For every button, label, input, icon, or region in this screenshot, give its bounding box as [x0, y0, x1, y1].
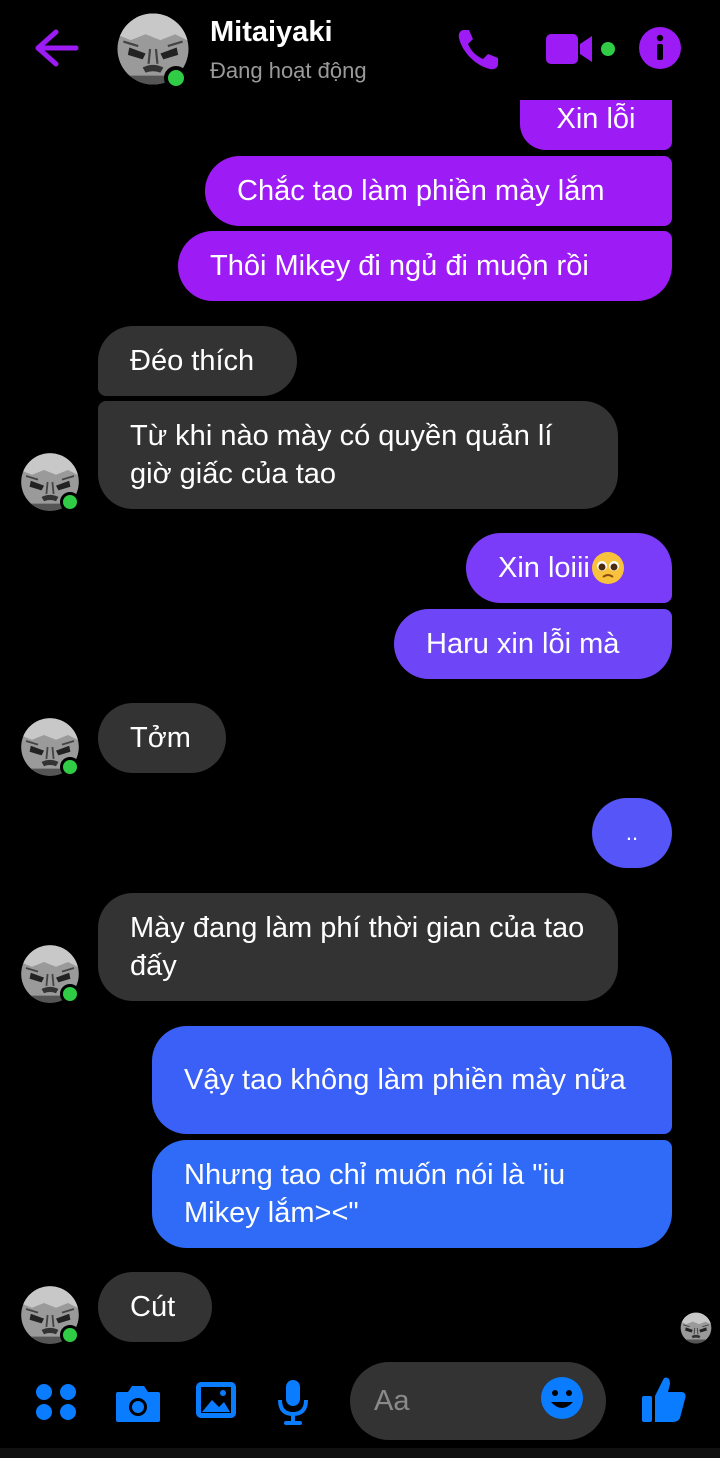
thumbs-up-icon[interactable] [640, 1374, 688, 1424]
message-bubble[interactable]: .. [592, 798, 672, 868]
chat-header: Mitaiyaki Đang hoạt động [0, 0, 720, 100]
message-bubble[interactable]: Từ khi nào mày có quyền quản lí giờ giấc… [98, 401, 618, 509]
online-indicator [60, 1325, 80, 1345]
camera-icon[interactable] [114, 1382, 162, 1424]
message-bubble[interactable]: Xin lỗi [520, 96, 672, 150]
message-text: Mày đang làm phí thời gian của tao đấy [130, 912, 585, 982]
message-text: Haru xin lỗi mà [426, 628, 620, 660]
pleading-face-emoji [591, 552, 624, 584]
online-indicator [60, 492, 80, 512]
sender-avatar[interactable] [20, 1285, 80, 1345]
message-bubble[interactable]: Nhưng tao chỉ muốn nói là "iu Mikey lắm>… [152, 1140, 672, 1248]
message-text: Vậy tao không làm phiền mày nữa [184, 1064, 626, 1096]
message-text: Nhưng tao chỉ muốn nói là "iu Mikey lắm>… [184, 1159, 566, 1229]
emoji-icon[interactable] [540, 1376, 584, 1420]
message-bubble[interactable]: Xin loiii [466, 533, 672, 603]
message-text: Đéo thích [130, 345, 255, 377]
video-camera-icon[interactable] [546, 30, 616, 68]
message-text: Từ khi nào mày có quyền quản lí giờ giấc… [130, 420, 553, 490]
seen-receipt-avatar [680, 1312, 712, 1344]
message-text: Xin loiii [498, 552, 590, 584]
phone-icon[interactable] [456, 26, 504, 72]
microphone-icon[interactable] [276, 1378, 310, 1426]
message-bubble[interactable]: Cút [98, 1272, 212, 1342]
message-bubble[interactable]: Đéo thích [98, 326, 297, 396]
message-text: Chắc tao làm phiền mày lắm [237, 175, 605, 207]
message-text: Cút [130, 1291, 176, 1323]
sender-avatar[interactable] [20, 717, 80, 777]
online-indicator [60, 984, 80, 1004]
contact-avatar[interactable] [116, 12, 190, 90]
online-indicator [60, 757, 80, 777]
message-text: Thôi Mikey đi ngủ đi muộn rồi [210, 250, 589, 282]
message-text: Tởm [130, 722, 191, 754]
message-composer [0, 1356, 720, 1448]
contact-name[interactable]: Mitaiyaki [210, 16, 333, 49]
active-status: Đang hoạt động [210, 58, 367, 83]
sender-avatar[interactable] [20, 944, 80, 1004]
online-indicator [164, 66, 188, 90]
back-arrow-icon[interactable] [34, 28, 80, 68]
message-bubble[interactable]: Haru xin lỗi mà [394, 609, 672, 679]
apps-icon[interactable] [34, 1382, 78, 1422]
message-text: Xin lỗi [556, 103, 636, 135]
message-text: .. [625, 820, 639, 845]
message-bubble[interactable]: Mày đang làm phí thời gian của tao đấy [98, 893, 618, 1001]
sender-avatar[interactable] [20, 452, 80, 512]
info-icon[interactable] [638, 26, 682, 70]
message-bubble[interactable]: Thôi Mikey đi ngủ đi muộn rồi [178, 231, 672, 301]
message-bubble[interactable]: Vậy tao không làm phiền mày nữa [152, 1026, 672, 1134]
gallery-icon[interactable] [194, 1378, 238, 1422]
nav-bar-strip [0, 1448, 720, 1458]
message-bubble[interactable]: Chắc tao làm phiền mày lắm [205, 156, 672, 226]
message-bubble[interactable]: Tởm [98, 703, 226, 773]
